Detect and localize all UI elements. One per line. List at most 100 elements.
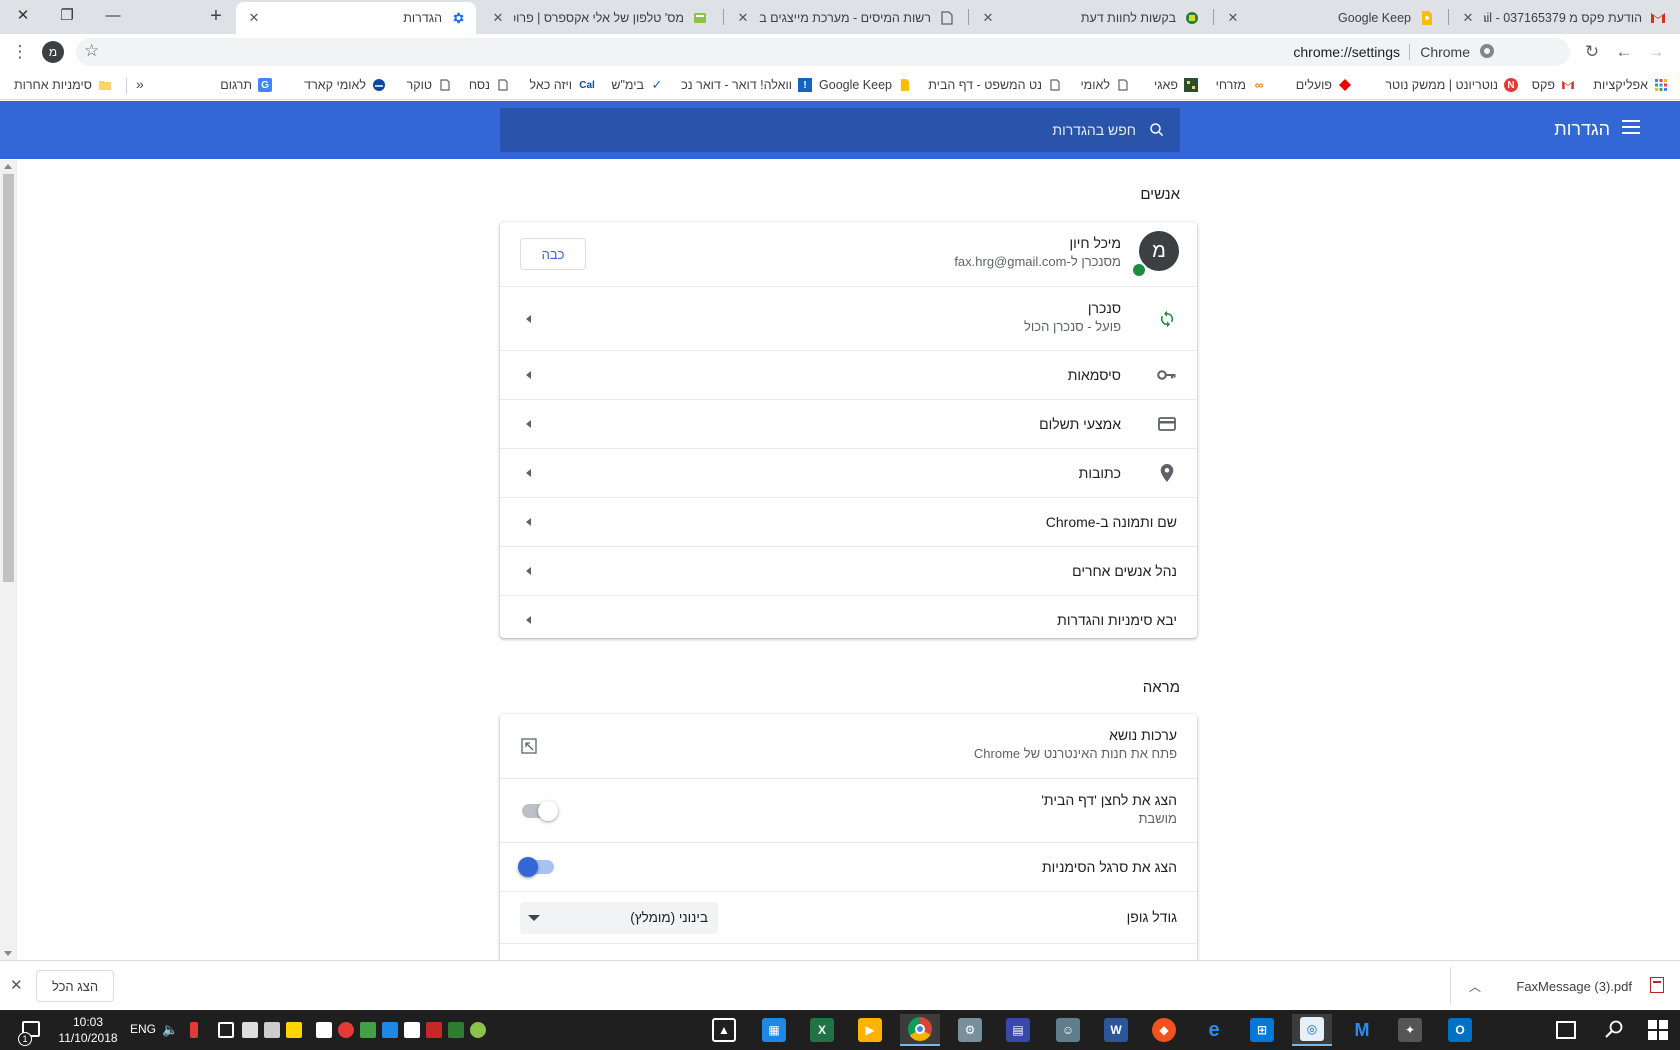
settings-search-input[interactable] (536, 108, 1136, 152)
taskbar-app[interactable]: M (1342, 1014, 1382, 1046)
taskbar-app[interactable]: ◆ (1144, 1014, 1184, 1046)
tab-opinion-requests[interactable]: בקשות לחוות דעת ✕ (970, 2, 1210, 34)
address-bar[interactable]: ☆ chrome://settings Chrome (76, 38, 1570, 66)
passwords-row[interactable]: סיסמאות (500, 350, 1197, 399)
bookmarks-overflow-button[interactable]: » (136, 76, 144, 92)
close-window-button[interactable]: ✕ (0, 0, 46, 30)
scroll-down-arrow-icon[interactable] (4, 951, 12, 956)
close-tab-icon[interactable]: ✕ (1460, 10, 1476, 26)
tray-icon[interactable] (404, 1022, 420, 1038)
home-button-toggle[interactable] (522, 801, 558, 821)
bookmark-item[interactable]: פועלים (1296, 74, 1352, 96)
bookmark-item[interactable]: ! וואלה! דואר - דואר נכ (681, 74, 812, 96)
bookmark-item[interactable]: לאומי קארד (304, 74, 386, 96)
bookmark-item[interactable]: N נוטריונט | ממשק נוטר (1385, 74, 1518, 96)
manage-other-people-row[interactable]: נהל אנשים אחרים (500, 546, 1197, 595)
close-tab-icon[interactable]: ✕ (980, 10, 996, 26)
bookmark-star-icon[interactable]: ☆ (84, 41, 99, 61)
home-button-row[interactable]: הצג את לחצן 'דף הבית' מושבת (500, 778, 1197, 842)
bookmark-item[interactable]: נט המשפט - דף הבית (928, 74, 1062, 96)
chrome-site-icon[interactable] (1480, 44, 1494, 58)
tray-icon[interactable] (316, 1022, 332, 1038)
bookmark-item[interactable]: נסח (469, 74, 510, 96)
taskbar-app[interactable]: X (802, 1014, 842, 1046)
settings-search-box[interactable] (500, 108, 1180, 152)
taskbar-app[interactable]: ▤ (998, 1014, 1038, 1046)
tab-gmail-fax[interactable]: הודעת פקס מ 037165379 - Gmail ✕ (1450, 2, 1676, 34)
windows-start-icon[interactable] (1648, 1020, 1668, 1040)
other-bookmarks-folder[interactable]: סימניות אחרות (14, 74, 112, 96)
tray-icon[interactable] (470, 1022, 486, 1038)
tab-google-keep[interactable]: Google Keep ✕ (1215, 2, 1445, 34)
bookmark-item[interactable]: ✓ בימ"ש (611, 74, 664, 96)
restore-window-button[interactable]: ❐ (44, 0, 90, 30)
close-download-bar-icon[interactable]: ✕ (10, 976, 23, 994)
task-view-icon[interactable] (1556, 1021, 1576, 1039)
mail-tray-icon[interactable] (242, 1022, 258, 1038)
sync-row[interactable]: סנכרן פועל - סנכרן הכול (500, 286, 1197, 350)
search-icon[interactable] (1604, 1019, 1624, 1039)
bookmarks-bar-toggle[interactable] (518, 857, 554, 877)
bookmark-item[interactable]: אפליקציות (1593, 74, 1668, 96)
bookmark-item[interactable]: פאגי (1154, 74, 1198, 96)
show-all-downloads-button[interactable]: הצג הכל (36, 970, 114, 1002)
taskbar-app[interactable]: W (1096, 1014, 1136, 1046)
network-tray-icon[interactable] (218, 1022, 234, 1038)
taskbar-app[interactable]: ✦ (1390, 1014, 1430, 1046)
close-tab-icon[interactable]: ✕ (1225, 10, 1241, 26)
taskbar-app[interactable]: O (1440, 1014, 1480, 1046)
taskbar-app[interactable]: ▲ (704, 1014, 744, 1046)
themes-row[interactable]: ערכות נושא פתח את חנות האינטרנט של Chrom… (500, 714, 1197, 778)
bookmark-item[interactable]: פקס (1532, 74, 1575, 96)
download-item[interactable]: ︿ FaxMessage (3).pdf (1450, 967, 1680, 1005)
bookmark-item[interactable]: לאומי (1080, 74, 1130, 96)
profile-row[interactable]: מ מיכל חיון מסנכרן ל-fax.hrg@gmail.com כ… (500, 222, 1197, 286)
hamburger-menu-icon[interactable] (1622, 120, 1640, 134)
menu-kebab-icon[interactable]: ⋮ (8, 40, 32, 64)
close-tab-icon[interactable]: ✕ (246, 10, 262, 26)
chevron-up-icon[interactable]: ︿ (1469, 978, 1481, 995)
font-size-select[interactable]: בינוני (מומלץ) (520, 902, 718, 934)
bookmarks-bar-row[interactable]: הצג את סרגל הסימניות (500, 842, 1197, 891)
payment-methods-row[interactable]: אמצעי תשלום (500, 399, 1197, 448)
close-tab-icon[interactable]: ✕ (490, 10, 506, 26)
name-and-picture-row[interactable]: שם ותמונה ב-Chrome (500, 497, 1197, 546)
taskbar-app[interactable]: ⊞ (1242, 1014, 1282, 1046)
speaker-icon[interactable]: 🔈 (162, 1022, 178, 1038)
scrollbar-thumb[interactable] (3, 174, 14, 582)
forward-arrow-icon[interactable]: → (1644, 40, 1668, 64)
tray-icon[interactable] (338, 1022, 354, 1038)
close-tab-icon[interactable]: ✕ (735, 10, 751, 26)
tab-aliexpress[interactable]: מס' טלפון של אלי אקספרס | פרופ ✕ (480, 2, 718, 34)
tab-tax-authority[interactable]: רשות המיסים - מערכת מייצגים בא ✕ (725, 2, 965, 34)
external-link-icon[interactable] (521, 738, 537, 754)
tray-icon[interactable] (286, 1022, 302, 1038)
bookmark-item[interactable]: Cal ויזה כאל (530, 74, 596, 96)
minimize-window-button[interactable]: — (90, 0, 136, 30)
bookmark-item[interactable]: טוקר (407, 74, 452, 96)
input-language[interactable]: ENG (130, 1022, 156, 1036)
back-arrow-icon[interactable]: ← (1612, 40, 1636, 64)
tab-settings[interactable]: הגדרות ✕ (236, 2, 476, 34)
bookmark-item[interactable]: Google Keep (819, 74, 912, 96)
taskbar-app[interactable]: ▶ (850, 1014, 890, 1046)
profile-avatar-button[interactable]: מ (42, 41, 64, 63)
taskbar-app[interactable]: ☺ (1048, 1014, 1088, 1046)
import-bookmarks-row[interactable]: יבא סימניות והגדרות (500, 595, 1197, 638)
taskbar-app[interactable] (900, 1014, 940, 1046)
taskbar-app[interactable]: e (1194, 1014, 1234, 1046)
tray-icon[interactable] (426, 1022, 442, 1038)
bookmark-item[interactable]: ∞ מזרחי (1216, 74, 1266, 96)
turn-off-sync-button[interactable]: כבה (520, 238, 586, 270)
volume-muted-icon[interactable] (190, 1022, 198, 1038)
new-tab-button[interactable]: + (204, 4, 228, 28)
taskbar-app[interactable]: ◎ (1292, 1014, 1332, 1046)
page-scrollbar[interactable] (0, 160, 17, 960)
reload-icon[interactable]: ↻ (1580, 40, 1604, 64)
tray-icon[interactable] (360, 1022, 376, 1038)
scroll-up-arrow-icon[interactable] (4, 164, 12, 169)
taskbar-clock[interactable]: 10:03 11/10/2018 (56, 1014, 120, 1046)
taskbar-app[interactable]: ▦ (754, 1014, 794, 1046)
tray-icon[interactable] (448, 1022, 464, 1038)
bookmark-item[interactable]: G תרגום (220, 74, 272, 96)
